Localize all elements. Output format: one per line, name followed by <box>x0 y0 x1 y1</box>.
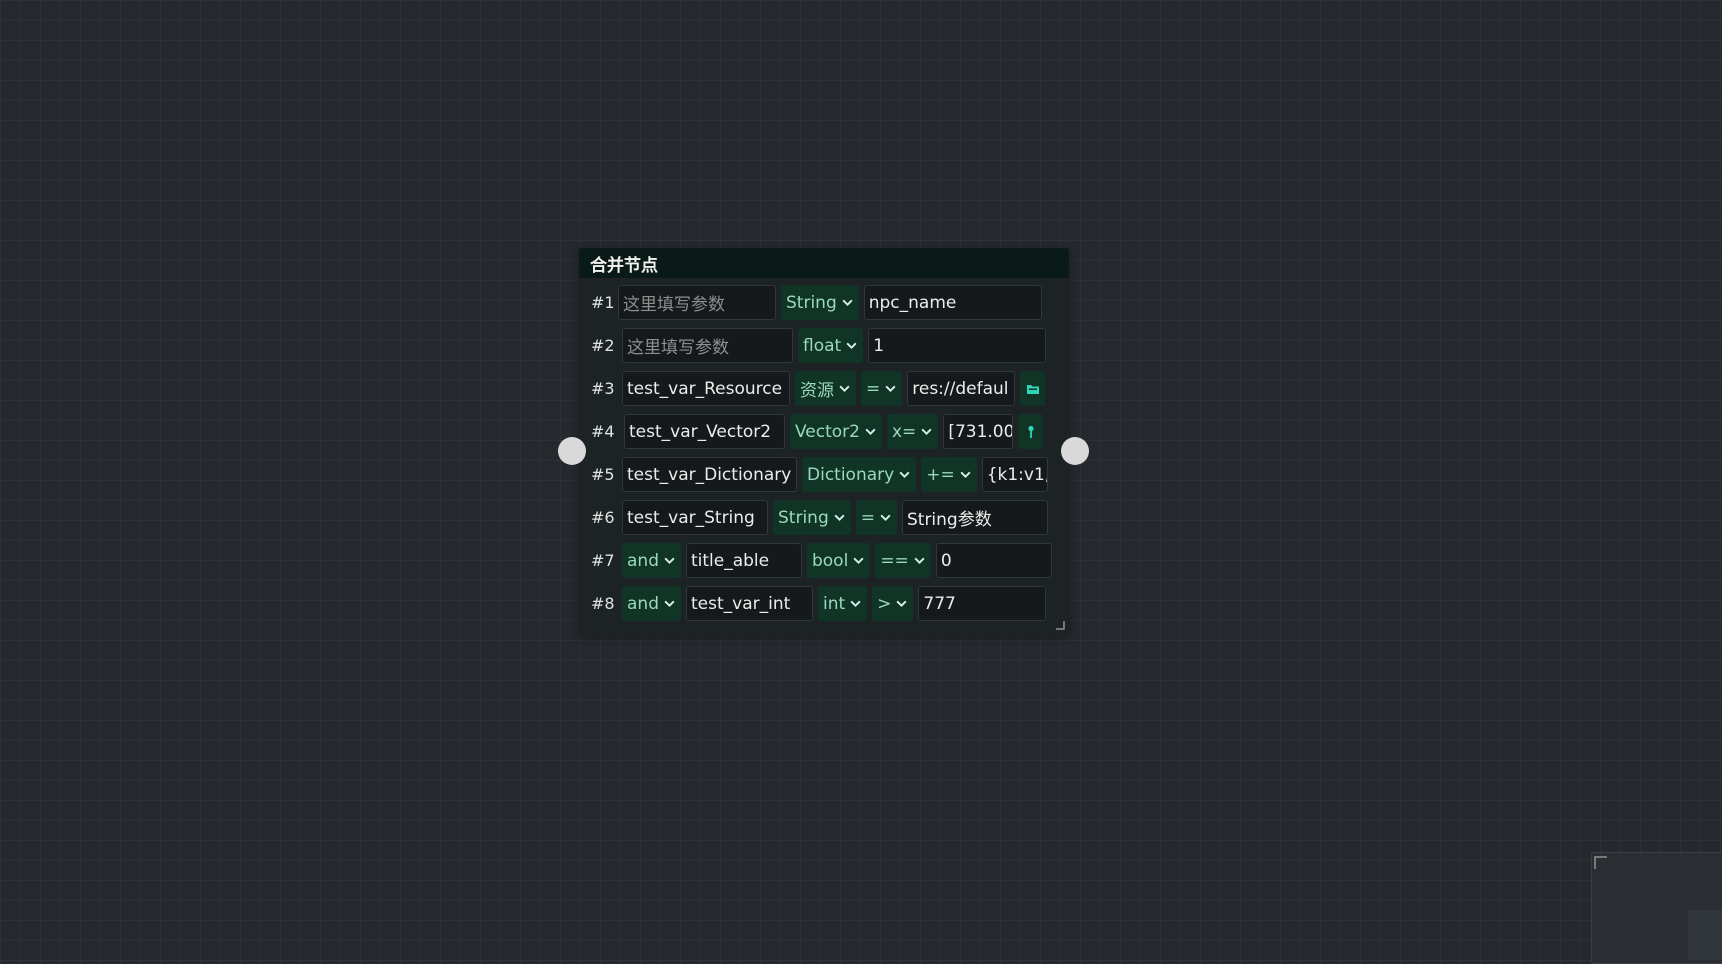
node-row-7: #7 and title_able bool == 0 <box>579 539 1069 582</box>
value-field[interactable]: 777 <box>918 586 1047 621</box>
node-row-5: #5 test_var_Dictionary Dictionary += {k1… <box>579 453 1069 496</box>
type-dropdown[interactable]: String <box>773 500 851 535</box>
chevron-down-icon <box>899 471 910 479</box>
folder-icon <box>1026 384 1039 394</box>
output-port[interactable] <box>1061 437 1089 465</box>
chevron-down-icon <box>921 428 932 436</box>
type-dropdown-label: 资源 <box>800 381 834 401</box>
chevron-down-icon <box>839 385 850 393</box>
param-name-field[interactable]: 这里填写参数 <box>622 328 793 363</box>
type-dropdown-label: String <box>778 507 829 528</box>
type-dropdown-label: float <box>803 335 842 356</box>
browse-resource-button[interactable] <box>1020 371 1046 406</box>
variable-name-field[interactable]: test_var_Resource <box>622 371 790 406</box>
operator-dropdown[interactable]: x= <box>887 414 939 449</box>
chevron-down-icon <box>850 600 861 608</box>
operator-dropdown[interactable]: += <box>921 457 977 492</box>
input-port[interactable] <box>558 437 586 465</box>
node-row-6: #6 test_var_String String = String参数 <box>579 496 1069 539</box>
operator-dropdown-label: > <box>877 593 892 614</box>
merge-node[interactable]: 合并节点 #1 这里填写参数 String npc_name #2 这里填写参数… <box>579 248 1069 636</box>
minimap-viewport[interactable] <box>1688 910 1722 960</box>
row-index: #7 <box>591 551 615 570</box>
logic-dropdown-label: and <box>627 550 659 571</box>
row-index: #2 <box>591 336 615 355</box>
row-index: #8 <box>591 594 615 613</box>
row-index: #6 <box>591 508 615 527</box>
logic-dropdown[interactable]: and <box>622 543 681 578</box>
logic-dropdown-label: and <box>627 593 659 614</box>
minimap-resize-icon[interactable] <box>1594 856 1608 870</box>
value-field[interactable]: npc_name <box>863 285 1042 320</box>
chevron-down-icon <box>846 342 857 350</box>
operator-dropdown-label: x= <box>892 421 917 442</box>
value-field[interactable]: res://defaul <box>907 371 1016 406</box>
node-title[interactable]: 合并节点 <box>579 248 1069 278</box>
operator-dropdown-label: = <box>860 507 875 528</box>
node-row-1: #1 这里填写参数 String npc_name <box>579 281 1069 324</box>
chevron-down-icon <box>865 428 876 436</box>
operator-dropdown[interactable]: = <box>855 500 897 535</box>
param-name-field[interactable]: 这里填写参数 <box>618 285 776 320</box>
chevron-down-icon <box>834 514 845 522</box>
chevron-down-icon <box>896 600 907 608</box>
operator-dropdown[interactable]: > <box>872 586 914 621</box>
row-index: #5 <box>591 465 615 484</box>
variable-name-field[interactable]: test_var_Dictionary <box>622 457 797 492</box>
type-dropdown-label: Dictionary <box>807 464 895 485</box>
type-dropdown[interactable]: Vector2 <box>790 414 882 449</box>
row-index: #4 <box>591 422 615 441</box>
pick-position-button[interactable] <box>1018 414 1044 449</box>
type-dropdown-label: Vector2 <box>795 421 860 442</box>
type-dropdown[interactable]: float <box>798 328 864 363</box>
type-dropdown-label: int <box>822 593 846 614</box>
operator-dropdown-label: == <box>880 550 909 571</box>
value-field[interactable]: 1 <box>868 328 1047 363</box>
chevron-down-icon <box>664 557 675 565</box>
node-row-4: #4 test_var_Vector2 Vector2 x= [731.000 <box>579 410 1069 453</box>
type-dropdown-label: bool <box>811 550 849 571</box>
value-field[interactable]: 0 <box>935 543 1052 578</box>
node-row-2: #2 这里填写参数 float 1 <box>579 324 1069 367</box>
operator-dropdown[interactable]: == <box>875 543 931 578</box>
variable-name-field[interactable]: test_var_Vector2 <box>624 414 785 449</box>
variable-name-field[interactable]: title_able <box>685 543 802 578</box>
node-row-3: #3 test_var_Resource 资源 = res://defaul <box>579 367 1069 410</box>
chevron-down-icon <box>880 514 891 522</box>
type-dropdown[interactable]: bool <box>806 543 871 578</box>
row-index: #1 <box>591 293 615 312</box>
node-row-8: #8 and test_var_int int > 777 <box>579 582 1069 625</box>
type-dropdown[interactable]: 资源 <box>795 371 856 406</box>
pin-icon <box>1028 425 1034 438</box>
chevron-down-icon <box>842 299 853 307</box>
node-title-label: 合并节点 <box>590 255 658 276</box>
type-dropdown[interactable]: String <box>781 285 859 320</box>
chevron-down-icon <box>664 600 675 608</box>
chevron-down-icon <box>885 385 896 393</box>
resize-grip-icon[interactable] <box>1056 621 1065 630</box>
operator-dropdown[interactable]: = <box>861 371 903 406</box>
row-index: #3 <box>591 379 615 398</box>
type-dropdown[interactable]: int <box>817 586 868 621</box>
logic-dropdown[interactable]: and <box>622 586 681 621</box>
type-dropdown[interactable]: Dictionary <box>802 457 917 492</box>
variable-name-field[interactable]: test_var_int <box>685 586 813 621</box>
value-field[interactable]: {k1:v1,k <box>981 457 1048 492</box>
variable-name-field[interactable]: test_var_String <box>622 500 768 535</box>
chevron-down-icon <box>914 557 925 565</box>
value-field[interactable]: [731.000 <box>943 414 1014 449</box>
value-field[interactable]: String参数 <box>901 500 1048 535</box>
operator-dropdown-label: += <box>926 464 955 485</box>
chevron-down-icon <box>960 471 971 479</box>
operator-dropdown-label: = <box>866 378 881 399</box>
chevron-down-icon <box>853 557 864 565</box>
type-dropdown-label: String <box>786 292 837 313</box>
